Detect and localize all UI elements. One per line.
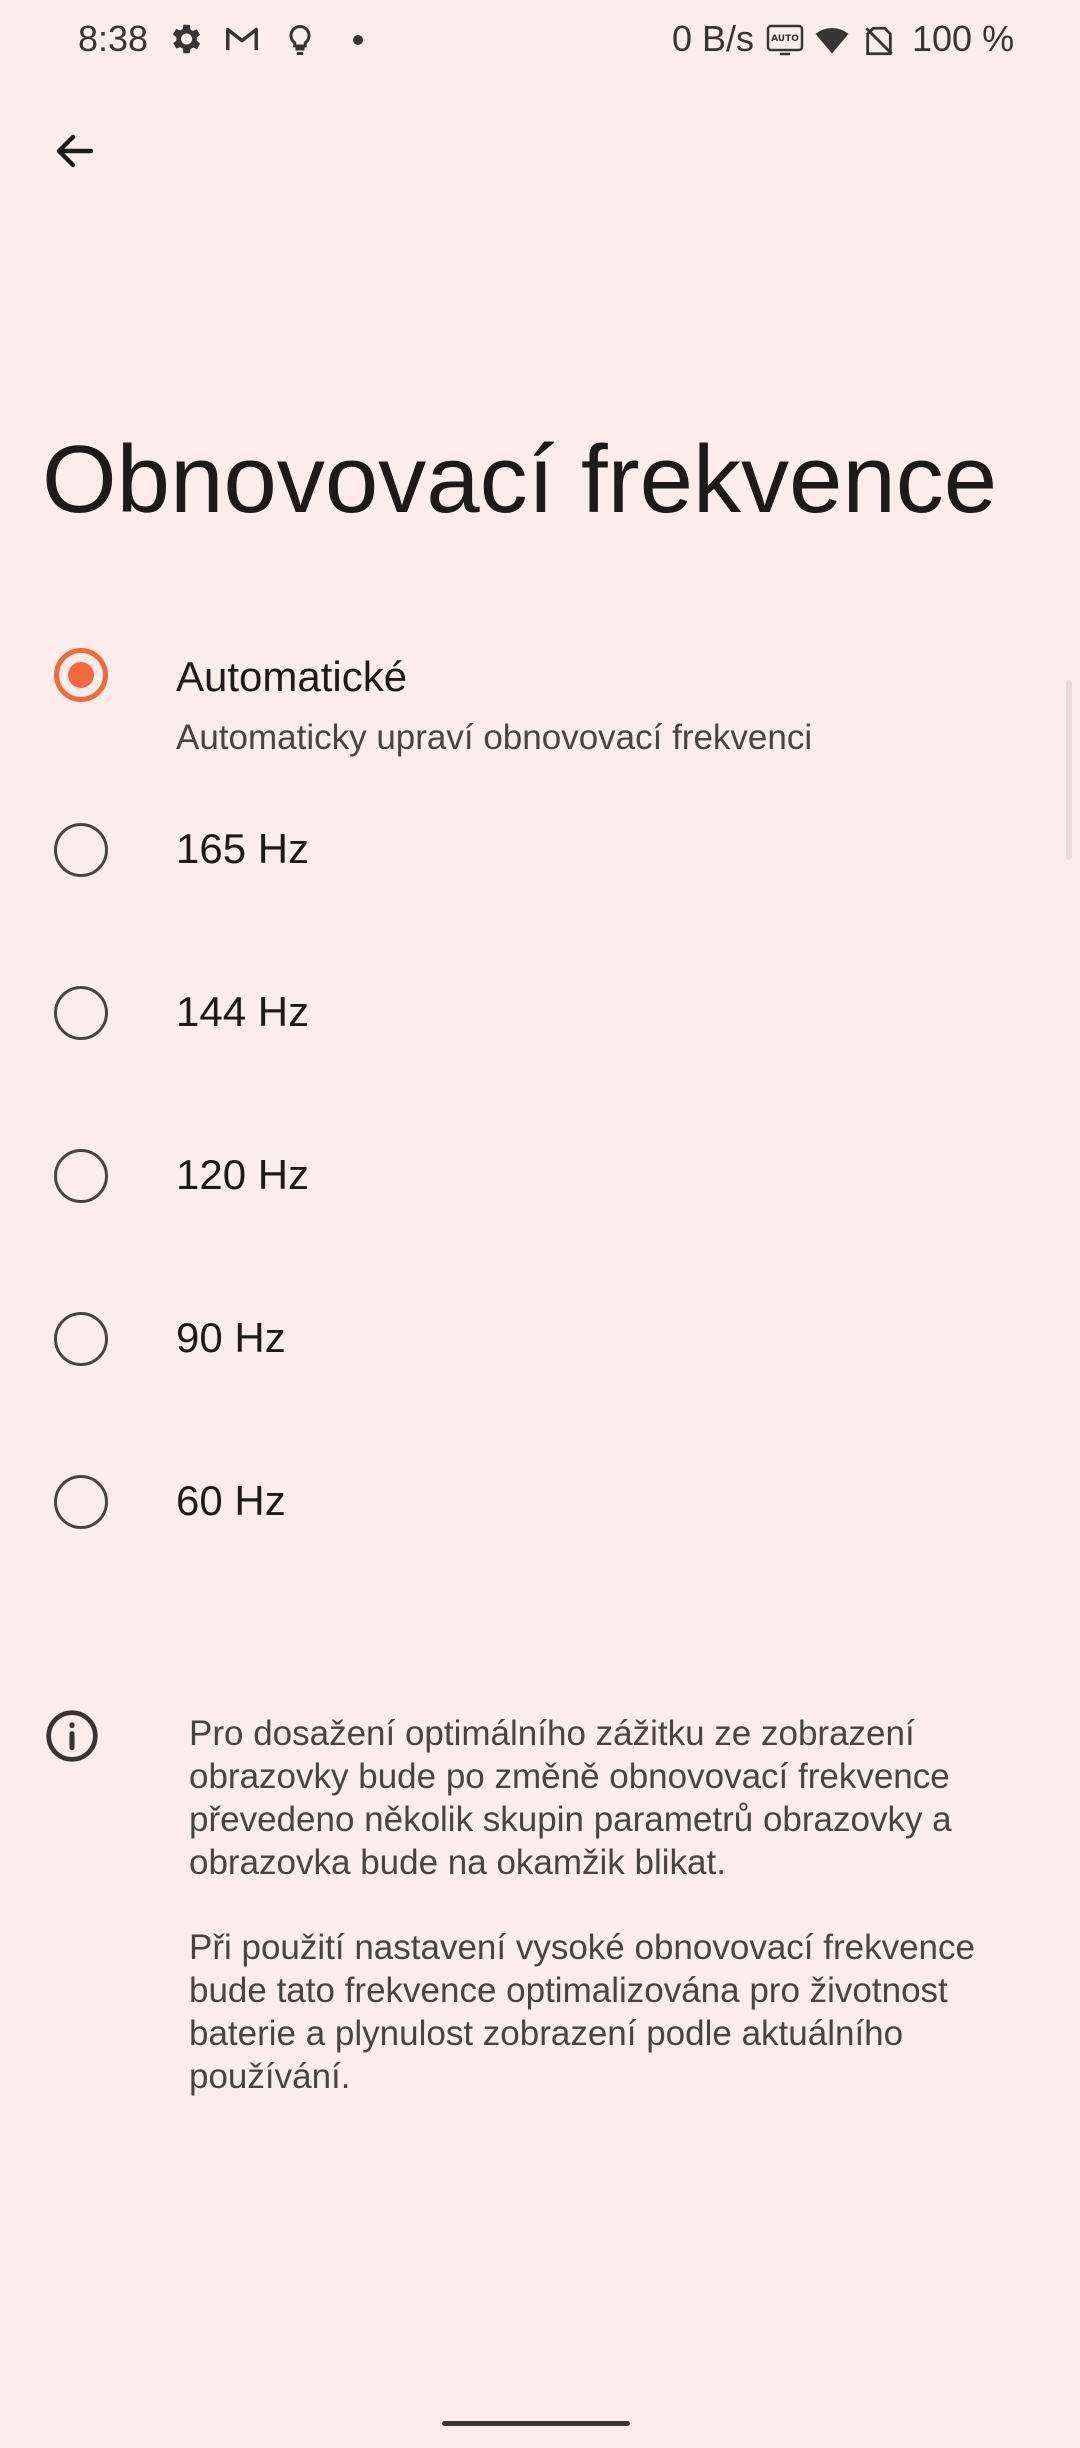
radio-button[interactable] [54,1149,108,1203]
option-summary: Automaticky upraví obnovovací frekvenci [176,718,813,757]
option-120hz[interactable]: 120 Hz [0,1116,1080,1236]
option-automatic[interactable]: Automatické Automaticky upraví obnovovac… [0,620,1080,770]
battery-text: 100 % [912,18,1015,59]
info-icon [44,1708,100,1764]
info-paragraph-2: Při použití nastavení vysoké obnovovací … [189,1928,975,2096]
option-label: 120 Hz [176,1151,310,1198]
status-bar: 8:38 0 B/s AUTO 100 % [0,0,1080,80]
option-label: 144 Hz [176,988,310,1035]
gesture-navigation-bar[interactable] [442,2421,630,2426]
gear-icon [166,20,204,63]
auto-hz-icon: AUTO [766,24,804,61]
option-144hz[interactable]: 144 Hz [0,953,1080,1073]
back-button[interactable] [40,118,110,188]
network-speed: 0 B/s [672,18,755,59]
option-label: Automatické [176,653,408,700]
lightbulb-icon [282,20,318,65]
option-60hz[interactable]: 60 Hz [0,1442,1080,1562]
radio-button[interactable] [54,986,108,1040]
no-sim-icon [862,22,896,65]
status-time: 8:38 [78,18,149,59]
gmail-icon [222,20,262,63]
svg-text:AUTO: AUTO [771,34,799,44]
radio-button[interactable] [54,1312,108,1366]
option-165hz[interactable]: 165 Hz [0,790,1080,910]
page-title: Obnovovací frekvence [42,426,998,533]
option-label: 90 Hz [176,1314,286,1361]
radio-button-selected[interactable] [54,648,108,702]
scrollbar [1066,680,1072,860]
option-90hz[interactable]: 90 Hz [0,1279,1080,1399]
info-paragraph-1: Pro dosažení optimálního zážitku ze zobr… [189,1714,952,1882]
option-label: 165 Hz [176,825,310,872]
radio-button[interactable] [54,1475,108,1529]
arrow-left-icon [51,127,99,180]
radio-button[interactable] [54,823,108,877]
wifi-icon [814,22,850,63]
dot-icon [352,33,364,51]
option-label: 60 Hz [176,1477,286,1524]
